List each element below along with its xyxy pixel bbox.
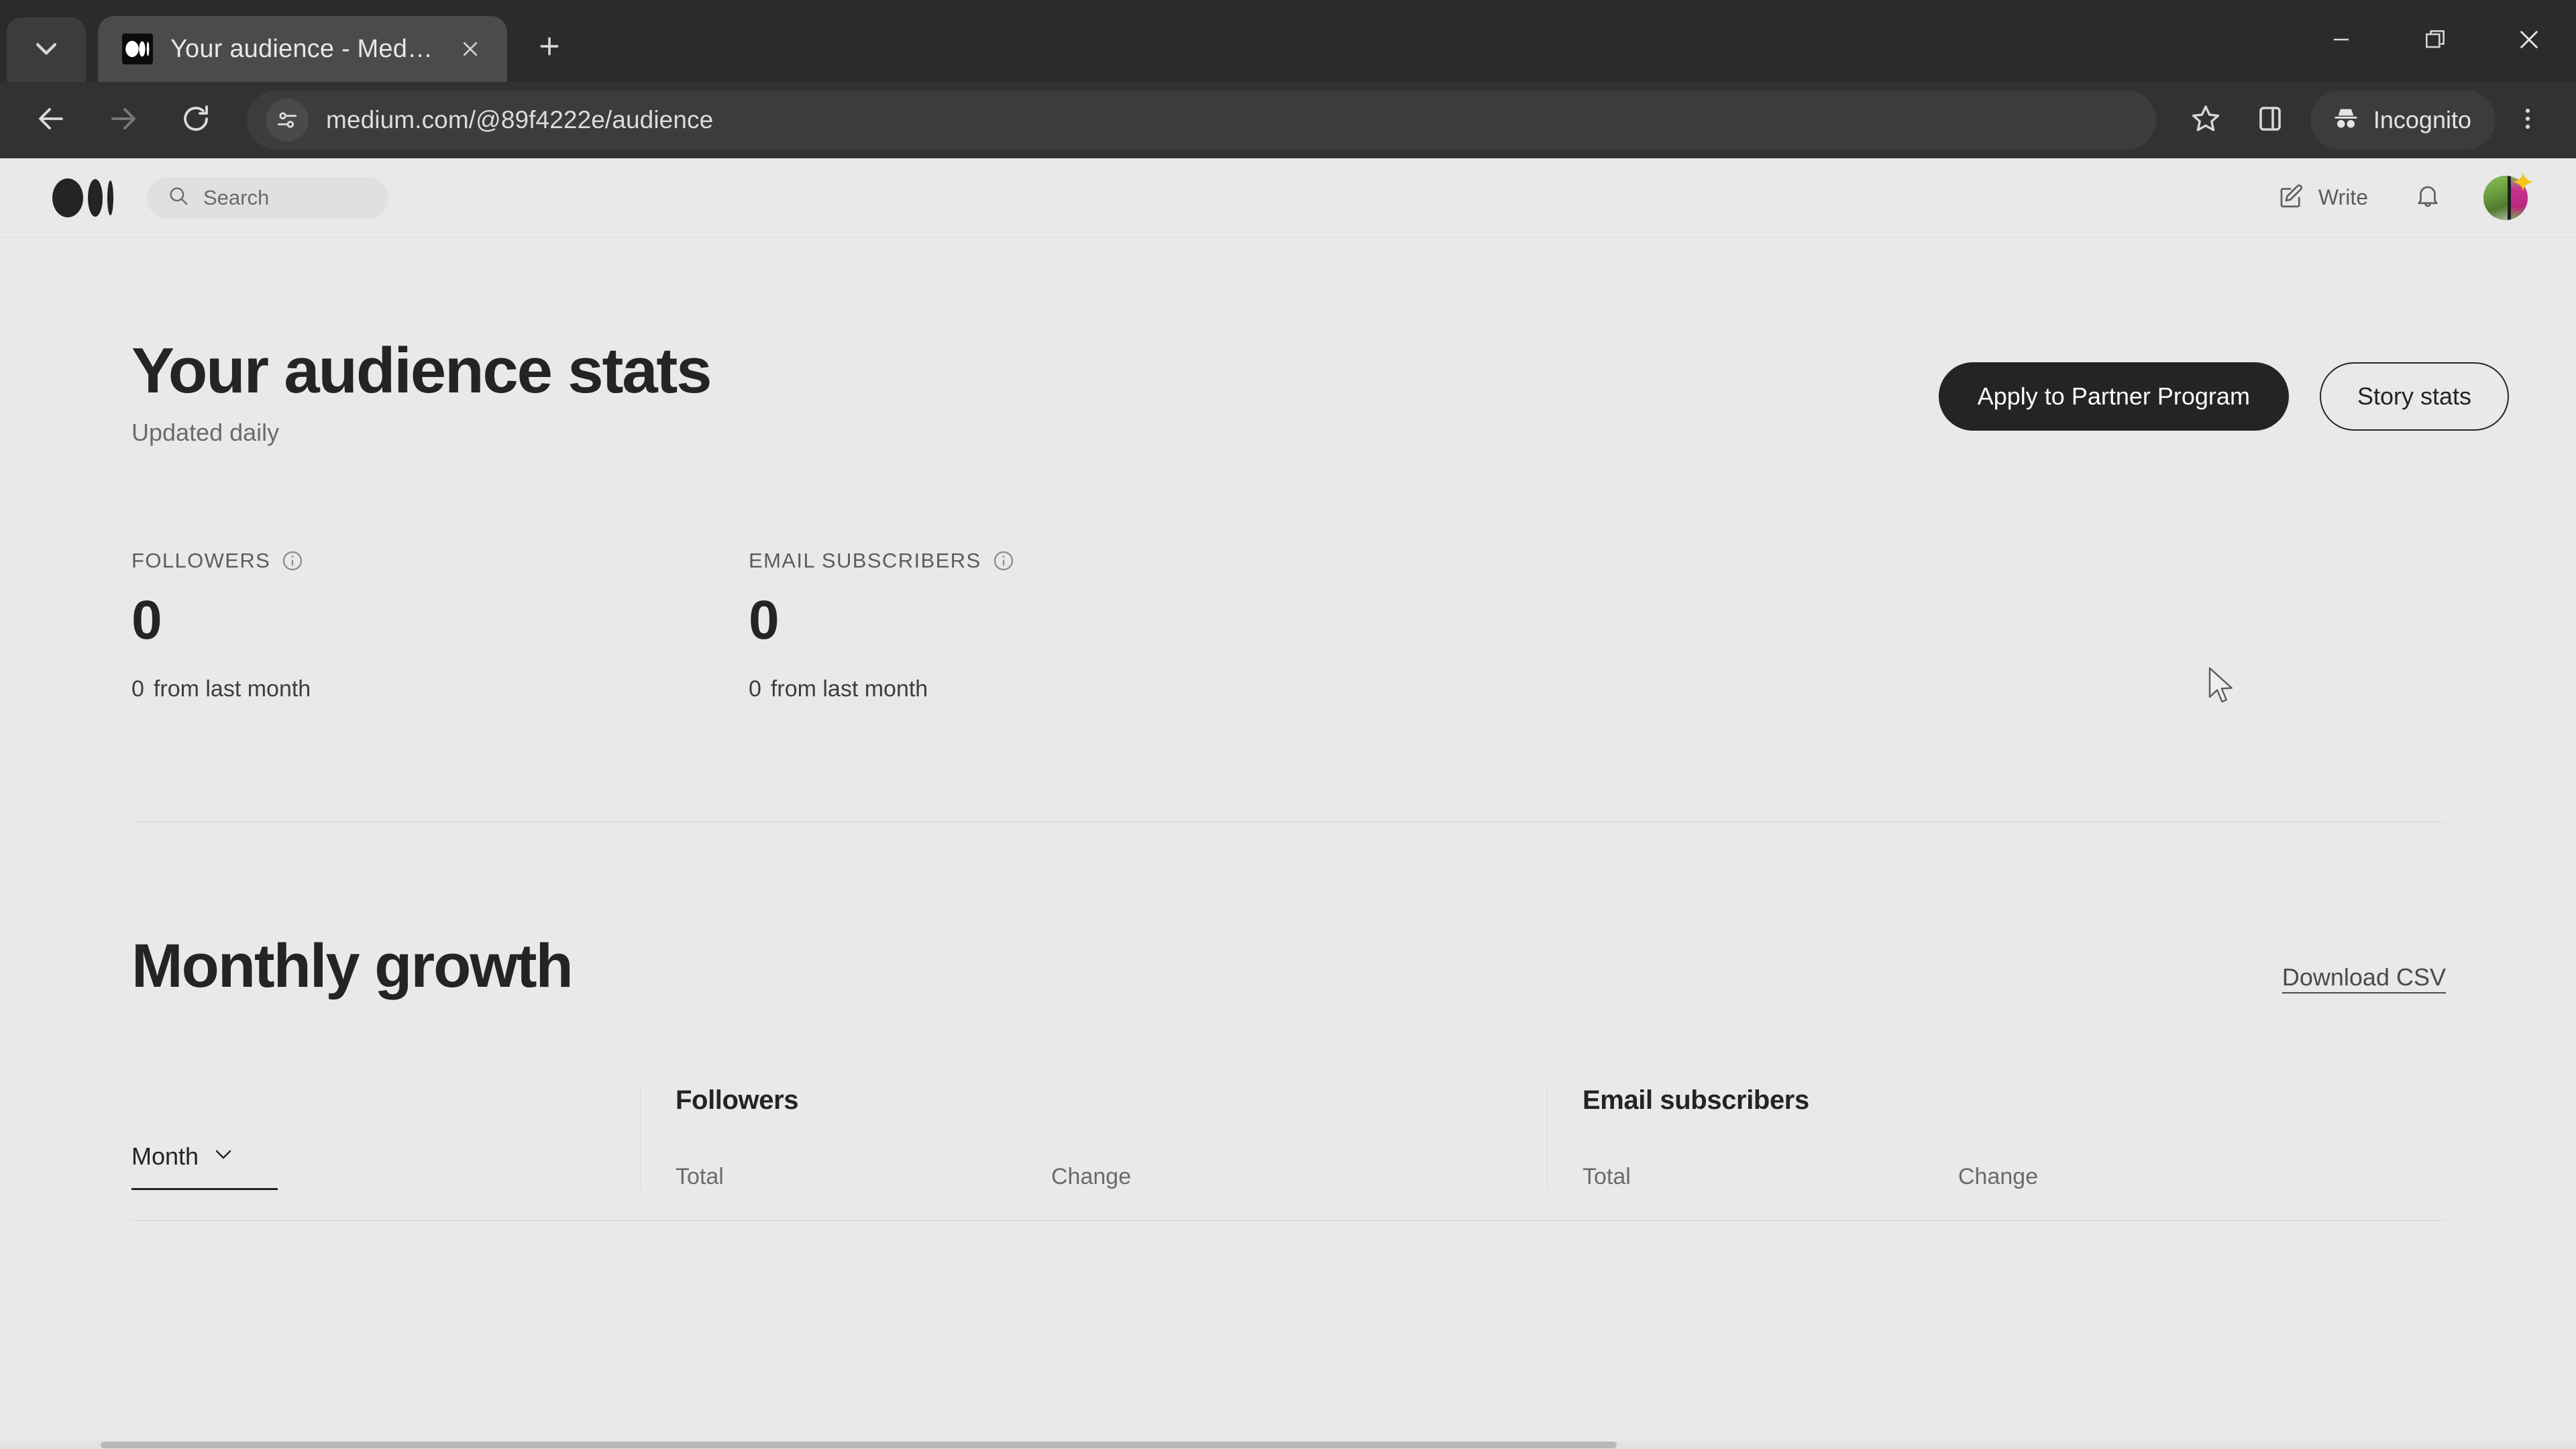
close-window-button[interactable]	[2482, 0, 2576, 82]
followers-group-title: Followers	[676, 1085, 1547, 1116]
chrome-menu-button[interactable]	[2500, 88, 2556, 152]
new-tab-button[interactable]	[526, 24, 573, 71]
close-icon	[2515, 25, 2543, 57]
stat-label-row: EMAIL SUBSCRIBERS	[749, 549, 1366, 573]
stat-delta-text: from last month	[154, 676, 311, 702]
side-panel-button[interactable]	[2238, 88, 2302, 152]
star-badge-icon	[2512, 170, 2534, 193]
download-csv-link[interactable]: Download CSV	[2282, 963, 2446, 991]
minimize-button[interactable]	[2294, 0, 2388, 82]
stat-value: 0	[749, 593, 1366, 648]
stat-delta-text: from last month	[771, 676, 928, 702]
monthly-growth-table: Month Followers Total Change Email subsc…	[131, 1085, 2446, 1190]
bell-icon	[2414, 182, 2442, 213]
arrow-right-icon	[107, 103, 140, 138]
chevron-down-icon	[213, 1147, 233, 1165]
page-subtitle: Updated daily	[131, 419, 1939, 447]
back-button[interactable]	[15, 84, 87, 156]
write-label: Write	[2318, 185, 2368, 210]
apply-partner-program-button[interactable]: Apply to Partner Program	[1939, 362, 2289, 431]
browser-tab[interactable]: Your audience - Medium	[98, 16, 507, 82]
page-actions: Apply to Partner Program Story stats	[1939, 337, 2509, 431]
email-subscribers-group-columns: Total Change	[1582, 1164, 2454, 1190]
reload-icon	[180, 103, 212, 138]
info-icon[interactable]	[281, 549, 304, 572]
stat-email-subscribers: EMAIL SUBSCRIBERS 0 0 from last month	[749, 549, 1366, 702]
search-input[interactable]: Search	[147, 177, 388, 219]
incognito-indicator[interactable]: Incognito	[2310, 91, 2496, 150]
horizontal-scrollbar[interactable]	[0, 1441, 2576, 1449]
stat-value: 0	[131, 593, 749, 648]
stat-delta-value: 0	[749, 676, 761, 702]
browser-window: Your audience - Medium	[0, 0, 2576, 1449]
stat-label: EMAIL SUBSCRIBERS	[749, 549, 981, 573]
column-header-change: Change	[1958, 1164, 2454, 1190]
stat-delta-value: 0	[131, 676, 144, 702]
chevron-down-icon	[32, 34, 61, 66]
plus-icon	[536, 33, 563, 63]
notifications-button[interactable]	[2414, 182, 2442, 213]
bookmark-button[interactable]	[2174, 88, 2238, 152]
stat-delta: 0 from last month	[749, 676, 1366, 702]
audience-stats-page: Your audience stats Updated daily Apply …	[0, 237, 2576, 1190]
window-controls	[2294, 0, 2576, 82]
stat-delta: 0 from last month	[131, 676, 749, 702]
site-settings-icon[interactable]	[266, 99, 309, 142]
restore-window-icon	[2422, 27, 2448, 56]
side-panel-icon	[2254, 103, 2286, 138]
page-title-row: Your audience stats Updated daily Apply …	[131, 237, 2509, 447]
stat-label-row: FOLLOWERS	[131, 549, 749, 573]
close-tab-icon[interactable]	[452, 31, 488, 67]
followers-group-columns: Total Change	[676, 1164, 1547, 1190]
month-dropdown-label: Month	[131, 1142, 199, 1171]
story-stats-button[interactable]: Story stats	[2320, 362, 2509, 431]
browser-toolbar: medium.com/@89f4222e/audience Incognito	[0, 82, 2576, 158]
page-title-col: Your audience stats Updated daily	[131, 337, 1939, 447]
reload-button[interactable]	[160, 84, 232, 156]
star-icon	[2190, 103, 2222, 138]
url-text: medium.com/@89f4222e/audience	[326, 106, 713, 134]
medium-header: Search Write	[0, 158, 2576, 237]
kebab-menu-icon	[2516, 104, 2539, 137]
page-title: Your audience stats	[131, 337, 1939, 405]
incognito-label: Incognito	[2373, 106, 2471, 134]
avatar[interactable]	[2483, 176, 2528, 220]
email-subscribers-group: Email subscribers Total Change	[1547, 1085, 2454, 1190]
incognito-icon	[2330, 103, 2361, 138]
medium-logo-icon[interactable]	[52, 178, 113, 217]
search-icon	[167, 184, 190, 211]
write-pencil-icon	[2277, 182, 2305, 213]
page-viewport: Search Write	[0, 158, 2576, 1449]
stat-label: FOLLOWERS	[131, 549, 270, 573]
monthly-growth-title: Monthly growth	[131, 935, 2282, 997]
search-placeholder: Search	[203, 186, 269, 210]
monthly-growth-header: Monthly growth Download CSV	[131, 935, 2509, 997]
table-header-underline	[131, 1220, 2446, 1221]
stat-followers: FOLLOWERS 0 0 from last month	[131, 549, 749, 702]
write-button[interactable]: Write	[2277, 182, 2368, 213]
scrollbar-thumb[interactable]	[101, 1442, 1617, 1448]
forward-button[interactable]	[87, 84, 160, 156]
column-header-change: Change	[1051, 1164, 1547, 1190]
email-subscribers-group-title: Email subscribers	[1582, 1085, 2454, 1116]
medium-favicon-icon	[122, 34, 153, 64]
maximize-button[interactable]	[2388, 0, 2482, 82]
followers-group: Followers Total Change	[640, 1085, 1547, 1190]
stats-row: FOLLOWERS 0 0 from last month EMAIL SUBSC…	[131, 549, 2509, 702]
info-icon[interactable]	[992, 549, 1015, 572]
column-header-total: Total	[676, 1164, 1051, 1190]
column-header-total: Total	[1582, 1164, 1958, 1190]
address-bar[interactable]: medium.com/@89f4222e/audience	[247, 91, 2156, 150]
month-dropdown[interactable]: Month	[131, 1142, 278, 1190]
minimize-icon	[2328, 27, 2354, 56]
tab-title: Your audience - Medium	[170, 35, 435, 64]
tab-search-button[interactable]	[7, 17, 86, 82]
arrow-left-icon	[35, 103, 67, 138]
tab-strip: Your audience - Medium	[0, 0, 2576, 82]
month-column: Month	[131, 1085, 640, 1190]
